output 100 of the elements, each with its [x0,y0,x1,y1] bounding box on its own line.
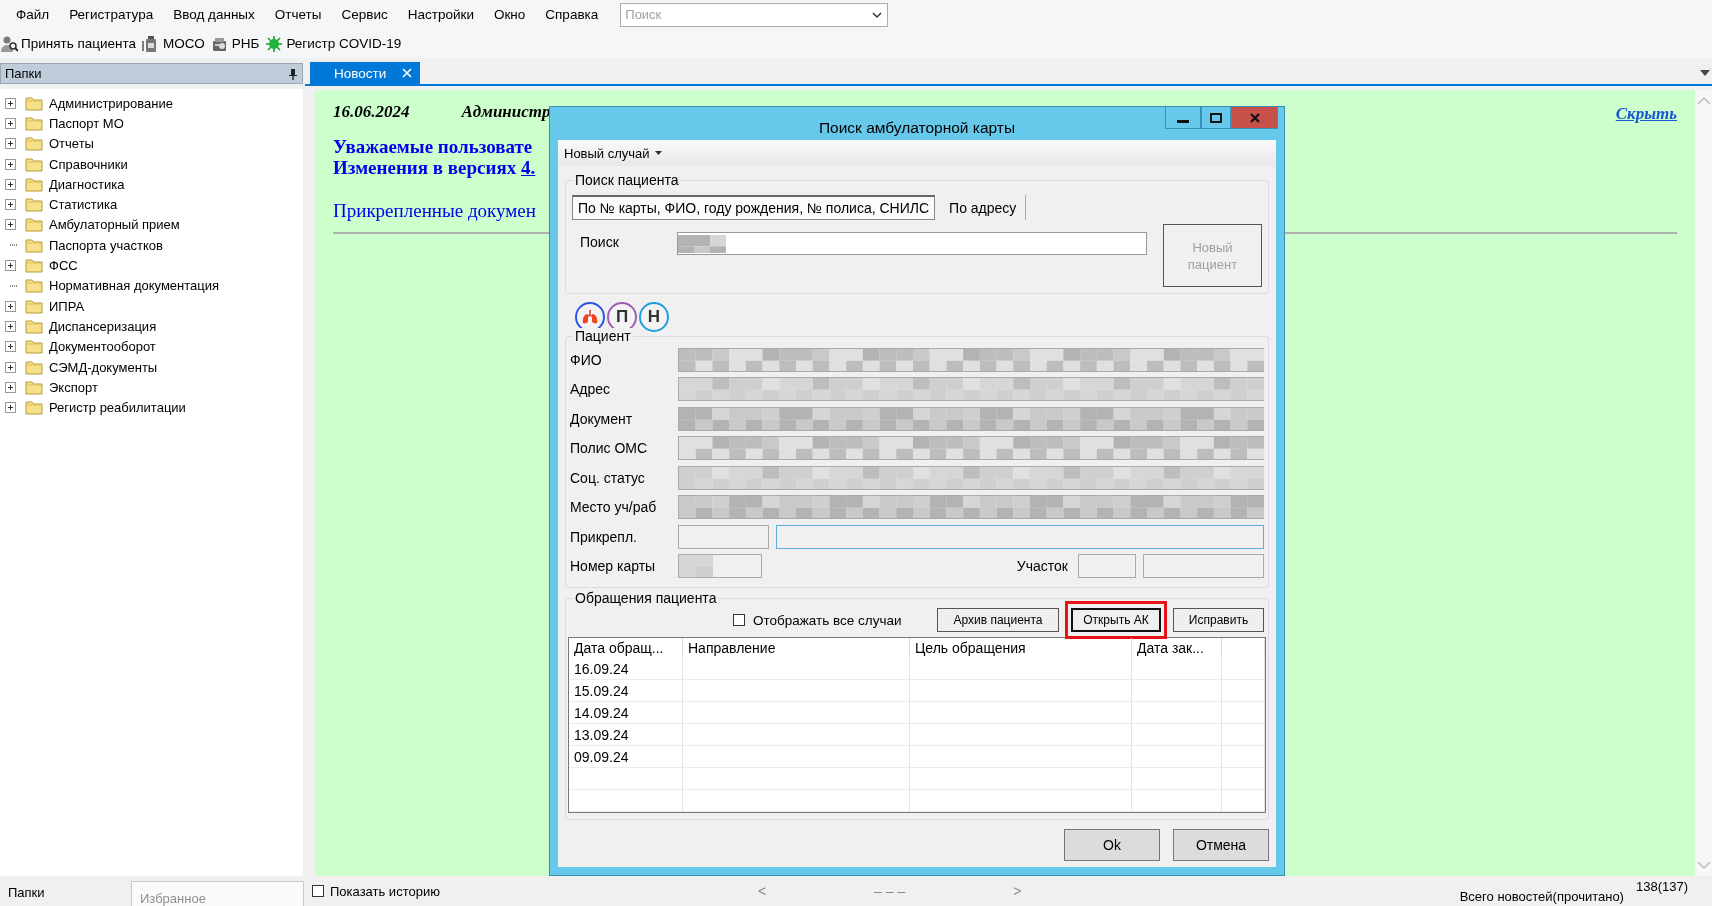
expand-icon[interactable] [5,138,16,150]
folder-icon [25,237,43,253]
table-cell: 14.09.24 [569,702,683,723]
field-label: Участок [1016,558,1068,575]
expand-icon[interactable] [5,219,16,231]
checkbox[interactable] [733,614,745,626]
folder-icon [25,156,43,172]
panel-tab[interactable]: Папки [0,876,131,900]
menu-item[interactable]: Файл [6,4,60,25]
folder-icon [25,400,43,416]
field-label: ФИО [570,351,603,368]
expand-icon[interactable] [5,320,16,332]
dialog-button[interactable]: Отмена [1173,829,1269,861]
text-field[interactable] [678,495,1264,520]
tree-item[interactable]: СЭМД-документы [49,359,158,375]
tree-item[interactable]: Регистр реабилитации [49,400,186,416]
expand-icon[interactable] [5,178,16,190]
expand-icon[interactable] [5,402,16,414]
toolbar-button[interactable]: Принять пациента [0,32,143,55]
expand-icon[interactable] [5,260,16,271]
expand-icon[interactable] [5,381,16,393]
text-field[interactable] [678,524,769,549]
search-field[interactable]: Поиск [620,2,889,27]
panel-title: Папки [5,66,42,81]
field-label: Номер карты [570,558,657,575]
tree-item[interactable]: ИПРА [49,298,85,314]
maximize-icon [1209,110,1223,125]
text-field[interactable] [776,524,1264,549]
folder-icon [25,176,43,192]
text-field[interactable] [678,377,1264,402]
dialog-button[interactable]: Ok [1064,829,1160,861]
folder-icon [25,339,43,355]
expand-icon[interactable] [5,361,16,373]
tree-item[interactable]: Диспансеризация [49,318,157,334]
action-button[interactable]: Исправить [1173,608,1264,632]
expand-icon[interactable] [5,199,16,211]
toolbar-button[interactable]: МОСО [142,32,211,55]
tree-item[interactable]: Паспорт МО [49,115,124,131]
tree-item[interactable]: Статистика [49,197,118,213]
news-headline: Уважаемые пользовате [333,136,533,157]
search-field[interactable] [677,232,1147,255]
menu-item[interactable]: Окно [483,4,536,25]
menu-item[interactable]: Новый случай [564,145,662,161]
table-cell: 15.09.24 [569,680,683,701]
field-label: Полис ОМС [570,440,649,457]
menu-item[interactable]: Регистратура [59,4,164,25]
tree-item[interactable]: Документооборот [49,339,156,355]
field-label: Адрес [570,381,612,398]
action-button[interactable]: Открыть АК [1071,608,1161,632]
menu-item[interactable]: Настройки [397,4,484,25]
expand-icon[interactable] [5,117,16,129]
menu-item[interactable]: Справка [535,4,609,25]
text-field[interactable] [678,465,1264,490]
tree-item[interactable]: Диагностика [49,176,125,192]
letter-badge[interactable]: Н [639,302,669,332]
tree-item[interactable]: Нормативная документация [49,278,220,294]
tree-item[interactable]: Администрирование [49,95,173,111]
menu-item[interactable]: Отчеты [264,4,332,25]
dropdown-arrow-icon[interactable] [1700,70,1710,76]
action-button[interactable]: Архив пациента [937,608,1059,632]
tree-item[interactable]: Отчеты [49,136,94,152]
tab[interactable]: Новости [310,62,420,84]
text-field[interactable] [678,554,762,579]
folder-icon [25,278,43,294]
text-field[interactable] [1143,554,1264,579]
column-header[interactable]: Дата обращ... [569,638,683,658]
text-field[interactable] [1078,554,1136,579]
group-title: Поиск пациента [573,172,681,188]
field-label: Место уч/раб [570,499,658,516]
text-field[interactable] [678,436,1264,461]
expand-icon[interactable] [5,300,16,312]
tree-item[interactable]: Паспорта участков [49,237,163,253]
expand-icon[interactable] [5,158,16,170]
expand-icon[interactable] [5,341,16,353]
column-header[interactable]: Цель обращения [910,638,1132,658]
toolbar-button[interactable]: РНБ [210,32,266,55]
text-field[interactable] [678,406,1264,431]
folder-icon [25,258,43,273]
folder-icon [25,217,43,233]
minimize-button[interactable] [1165,107,1201,129]
checkbox[interactable] [312,885,324,897]
expand-icon[interactable] [5,97,16,109]
tree-item[interactable]: Экспорт [49,379,98,395]
tree-item[interactable]: Амбулаторный прием [49,217,180,233]
tree-item[interactable]: Справочники [49,156,128,172]
close-button[interactable] [1231,107,1278,129]
tree-item[interactable]: ФСС [49,258,78,273]
version-link[interactable]: 4. [521,157,536,178]
text-field[interactable] [678,347,1264,372]
menu-item[interactable]: Сервис [331,4,398,25]
tab[interactable]: По адресу [940,195,1027,220]
pin-icon[interactable] [288,67,298,80]
column-header[interactable]: Дата зак... [1132,638,1222,658]
tab[interactable]: По № карты, ФИО, году рождения, № полиса, СНИЛС [572,195,936,220]
menu-item[interactable]: Ввод данных [163,4,265,25]
column-header[interactable]: Направление [683,638,910,658]
maximize-button[interactable] [1201,107,1231,129]
close-icon[interactable] [402,68,412,78]
toolbar-button[interactable]: Регистр COVID-19 [265,32,408,55]
hide-link[interactable]: Скрыть [1615,104,1677,124]
